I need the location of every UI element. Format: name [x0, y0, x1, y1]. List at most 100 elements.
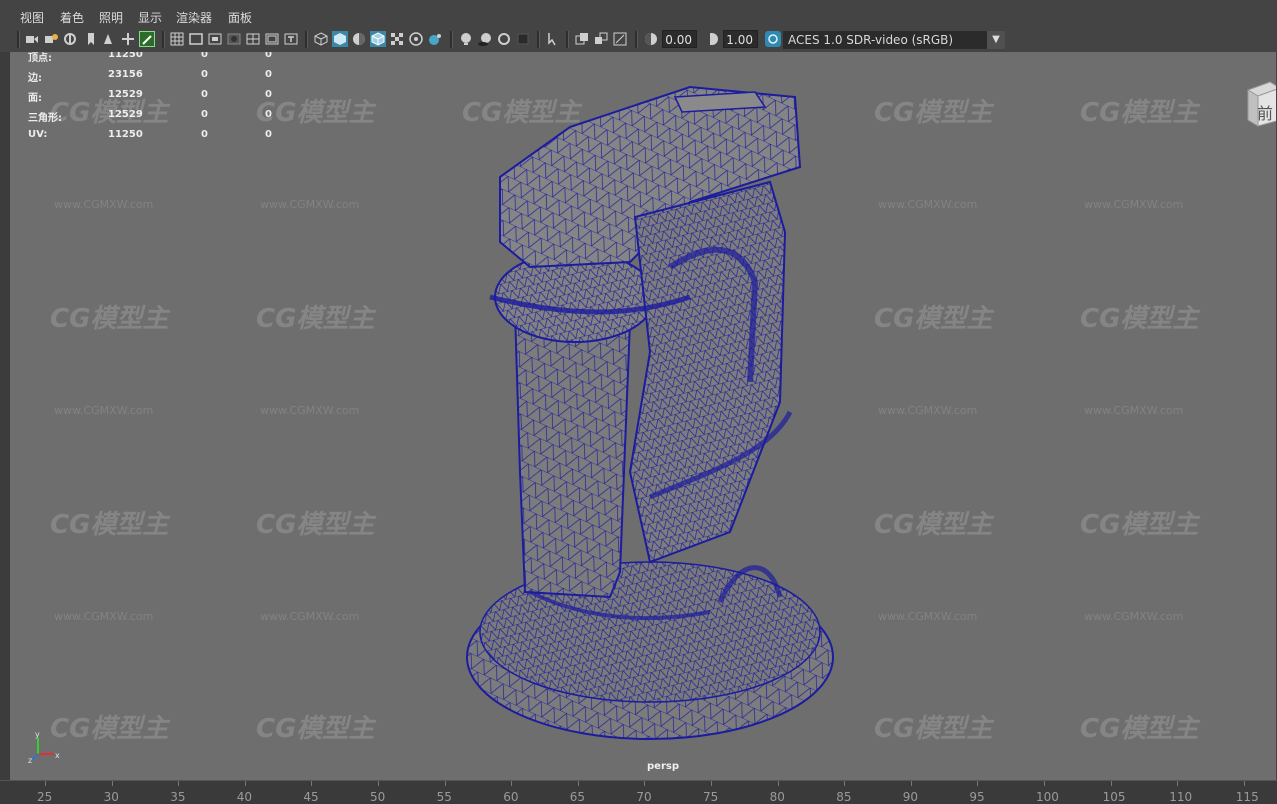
timeline-tick-label: 25 [37, 790, 53, 804]
timeline-tick-mark [910, 781, 912, 786]
xray-icon[interactable] [389, 31, 405, 47]
shadows-icon[interactable] [477, 31, 493, 47]
timeline-tick-label: 35 [170, 790, 186, 804]
timeline-tick-label: 85 [836, 790, 852, 804]
timeline-tick-mark [444, 781, 446, 786]
camera-icon[interactable] [24, 31, 40, 47]
image-plane-icon[interactable] [100, 31, 116, 47]
camera-attributes-icon[interactable] [43, 31, 59, 47]
timeline-tick-mark [977, 781, 979, 786]
heads-up-display-icon[interactable] [612, 31, 628, 47]
toolbar-separator [566, 31, 569, 48]
timeline-tick-mark [111, 781, 113, 786]
safe-title-icon[interactable] [283, 31, 299, 47]
timeline-tick-label: 110 [1169, 790, 1193, 804]
viewport-toolbar: 0.00 1.00 [0, 28, 1277, 52]
xray-joints-icon[interactable] [408, 31, 424, 47]
grease-pencil-icon[interactable] [139, 31, 155, 47]
menu-bar: 视图 着色 照明 显示 渲染器 面板 [0, 0, 1277, 28]
timeline-tick-label: 55 [436, 790, 452, 804]
timeline-tick-mark [844, 781, 846, 786]
timeline-tick-mark [244, 781, 246, 786]
timeline-tick-mark [1177, 781, 1179, 786]
axis-x-label: x [55, 751, 60, 760]
time-slider[interactable]: 25 30 35 40 45 50 55 60 65 70 75 80 85 90 95 100 105 110 1… [0, 780, 1277, 804]
wireframe-icon[interactable] [313, 31, 329, 47]
chevron-down-icon[interactable]: ▼ [987, 31, 1005, 49]
menu-lighting[interactable]: 照明 [99, 9, 123, 26]
timeline-tick-label: 30 [103, 790, 119, 804]
view-cube[interactable]: 前 [1240, 80, 1276, 128]
safe-action-icon[interactable] [264, 31, 280, 47]
menu-renderer[interactable]: 渲染器 [176, 9, 212, 26]
timeline-tick-label: 100 [1036, 790, 1059, 804]
multisample-aa-icon[interactable] [574, 31, 590, 47]
left-panel-edge [0, 52, 10, 780]
isolate-select-icon[interactable] [544, 31, 560, 47]
timeline-tick-label: 45 [303, 790, 319, 804]
timeline-tick-label: 105 [1102, 790, 1126, 804]
timeline-tick-mark [577, 781, 579, 786]
view-transform-value: ACES 1.0 SDR-video (sRGB) [788, 33, 954, 47]
axis-indicator: x y z [28, 730, 60, 764]
timeline-tick-label: 40 [236, 790, 253, 804]
timeline-tick-label: 75 [703, 790, 719, 804]
timeline-tick-mark [644, 781, 646, 786]
wireframe-model[interactable] [10, 52, 1276, 780]
bookmark-icon[interactable] [83, 31, 99, 47]
bookmark-camera-icon[interactable] [62, 31, 78, 47]
timeline-tick-mark [1243, 781, 1245, 786]
view-cube-front-label: 前 [1257, 104, 1274, 123]
timeline-tick-mark [777, 781, 779, 786]
toolbar-separator [162, 31, 165, 48]
timeline-tick-mark [378, 781, 379, 786]
timeline-tick-label: 60 [503, 790, 519, 804]
screen-space-ao-icon[interactable] [496, 31, 512, 47]
timeline-tick-mark [311, 781, 313, 786]
camera-name-label: persp [647, 761, 679, 772]
menu-panels[interactable]: 面板 [228, 9, 252, 26]
timeline-tick-label: 90 [902, 790, 919, 804]
wireframe-on-shaded-icon[interactable] [370, 31, 386, 47]
gate-mask-icon[interactable] [226, 31, 242, 47]
2d-pan-zoom-icon[interactable] [120, 31, 136, 47]
menu-show[interactable]: 显示 [138, 9, 162, 26]
default-material-icon[interactable] [351, 31, 367, 47]
timeline-tick-label: 70 [636, 790, 652, 804]
menu-shading[interactable]: 着色 [60, 9, 84, 26]
field-chart-icon[interactable] [245, 31, 261, 47]
toolbar-separator [17, 31, 20, 48]
exposure-field[interactable]: 0.00 [662, 30, 697, 48]
axis-z-label: z [28, 756, 32, 764]
view-transform-dropdown[interactable]: ACES 1.0 SDR-video (sRGB) ▼ [783, 31, 1005, 49]
timeline-tick-mark [511, 781, 513, 786]
timeline-tick-label: 65 [569, 790, 586, 804]
color-management-icon[interactable] [765, 31, 781, 47]
gamma-field[interactable]: 1.00 [723, 30, 758, 48]
timeline-tick-mark [711, 781, 712, 786]
smooth-shade-icon[interactable] [332, 31, 348, 47]
film-gate-icon[interactable] [188, 31, 204, 47]
exposure-icon[interactable] [643, 31, 659, 47]
toolbar-separator [635, 31, 638, 48]
motion-blur-icon[interactable] [515, 31, 531, 47]
timeline-tick-label: 95 [969, 790, 985, 804]
toolbar-separator [450, 31, 453, 48]
use-all-lights-icon[interactable] [458, 31, 474, 47]
xray-components-icon[interactable] [427, 31, 443, 47]
persp-viewport[interactable]: 顶点: 11250 0 0 边: 23156 0 0 面: 12529 0 0 … [10, 52, 1276, 780]
timeline-tick-label: 115 [1235, 790, 1259, 804]
timeline-tick-mark [45, 781, 46, 786]
resolution-gate-icon[interactable] [207, 31, 223, 47]
toolbar-separator [537, 31, 540, 48]
menu-view[interactable]: 视图 [20, 9, 44, 26]
grid-icon[interactable] [169, 31, 185, 47]
timeline-tick-label: 80 [769, 790, 785, 804]
depth-of-field-icon[interactable] [593, 31, 609, 47]
gamma-icon[interactable] [704, 31, 720, 47]
timeline-tick-mark [1110, 781, 1112, 786]
timeline-tick-label: 50 [370, 790, 386, 804]
timeline-tick-mark [178, 781, 180, 786]
axis-y-label: y [35, 730, 40, 739]
timeline-tick-mark [1044, 781, 1045, 786]
